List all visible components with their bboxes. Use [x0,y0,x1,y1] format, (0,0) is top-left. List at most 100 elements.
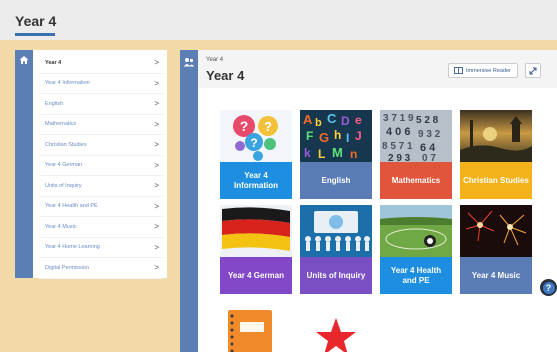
svg-text:0 7: 0 7 [422,153,436,162]
svg-text:A: A [303,112,313,127]
nav-item-label: Year 4 Music [45,223,77,230]
svg-text:k: k [304,146,311,160]
nav-item-mathematics[interactable]: Mathematics > [39,115,163,135]
nav-item-label: Mathematics [45,121,77,128]
chevron-right-icon: > [154,181,159,191]
tile-caption: Christian Studies [460,162,532,199]
breadcrumb[interactable]: Year 4 [206,57,223,63]
question-marks-image: ? ? ? [220,110,292,162]
german-flag-image [220,205,292,257]
nav-item-label: Year 4 Health and PE [45,203,98,210]
chevron-right-icon: > [154,222,159,232]
chevron-right-icon: > [154,160,159,170]
svg-text:I: I [346,131,349,145]
puzzle-people-image [300,205,372,257]
tile-caption: Year 4 Information [220,162,292,199]
help-icon: ? [542,281,555,294]
nav-item-label: Year 4 Information [45,80,90,87]
svg-text:3 7 1 9: 3 7 1 9 [383,113,414,124]
svg-text:2 9 3: 2 9 3 [388,153,411,162]
main-rail [180,50,198,352]
title-underline [15,33,55,36]
svg-text:M: M [332,145,343,160]
tile-units-of-inquiry[interactable]: Units of Inquiry [300,205,372,294]
tile-health-and-pe[interactable]: Year 4 Health and PE [380,205,452,294]
star-image [300,308,372,352]
help-button[interactable]: ? [540,279,557,296]
svg-text:C: C [327,111,337,126]
tile-year-4-music[interactable]: Year 4 Music [460,205,532,294]
home-icon[interactable] [19,55,29,65]
people-icon[interactable] [183,56,195,68]
svg-text:8 5 7 1: 8 5 7 1 [382,141,413,152]
svg-text:L: L [318,147,325,161]
tile-caption: Year 4 Music [460,257,532,294]
chevron-right-icon: > [154,140,159,150]
svg-text:D: D [341,114,350,128]
nav-item-label: Units of Inquiry [45,182,82,189]
nav-list: Year 4 > Year 4 Information > English > … [39,53,163,279]
left-rail [15,50,33,278]
nav-item-label: Year 4 [45,59,62,66]
chevron-right-icon: > [154,201,159,211]
tile-christian-studies[interactable]: Christian Studies [460,110,532,199]
tile-home-learning[interactable] [220,308,292,352]
svg-text:b: b [315,117,322,129]
numbers-image: 3 7 1 9 5 2 8 4 0 6 9 3 2 8 5 7 1 6 4 2 … [380,110,452,162]
nav-item-digital-permission[interactable]: Digital Permission > [39,258,163,279]
tile-caption: Year 4 Health and PE [380,257,452,294]
svg-text:J: J [355,129,362,143]
tile-caption: Year 4 German [220,257,292,294]
nav-item-home-learning[interactable]: Year 4 Home Learning > [39,238,163,258]
tile-mathematics[interactable]: 3 7 1 9 5 2 8 4 0 6 9 3 2 8 5 7 1 6 4 2 … [380,110,452,199]
tile-year-4-german[interactable]: Year 4 German [220,205,292,294]
chevron-right-icon: > [154,119,159,129]
svg-text:G: G [319,130,329,145]
nav-item-health-and-pe[interactable]: Year 4 Health and PE > [39,197,163,217]
page-title: Year 4 [15,13,57,29]
expand-icon [529,67,537,74]
sports-field-image [380,205,452,257]
svg-text:F: F [306,129,313,143]
immersive-reader-icon [454,67,463,74]
chevron-right-icon: > [154,99,159,109]
main-header: Year 4 Year 4 Immersive Reader [198,50,557,88]
sunset-landscape-image [460,110,532,162]
nav-item-christian-studies[interactable]: Christian Studies > [39,135,163,156]
nav-item-year-4[interactable]: Year 4 > [39,53,163,74]
nav-item-year-4-german[interactable]: Year 4 German > [39,156,163,176]
tile-english[interactable]: A b C D e F G h I J k L M n English [300,110,372,199]
immersive-reader-label: Immersive Reader [466,67,511,74]
svg-text:?: ? [240,118,249,134]
nav-item-units-of-inquiry[interactable]: Units of Inquiry > [39,176,163,197]
fireworks-image [460,205,532,257]
left-navigation-panel: Year 4 > Year 4 Information > English > … [15,50,167,279]
nav-item-label: Digital Permission [45,264,90,271]
immersive-reader-button[interactable]: Immersive Reader [448,63,518,78]
nav-item-year-4-music[interactable]: Year 4 Music > [39,217,163,238]
expand-button[interactable] [525,63,541,78]
chevron-right-icon: > [154,58,159,68]
nav-item-label: Year 4 German [45,162,83,169]
notebook-image [220,308,292,352]
main-title: Year 4 [206,68,245,83]
chevron-right-icon: > [154,242,159,252]
top-bar: Year 4 [0,0,557,40]
tile-year-4-information[interactable]: ? ? ? Year 4 Information [220,110,292,199]
main-panel: Year 4 Year 4 Immersive Reader ? ? ? Yea… [180,50,557,352]
nav-item-english[interactable]: English > [39,94,163,115]
chevron-right-icon: > [154,263,159,273]
svg-text:h: h [334,128,341,142]
alphabet-letters-image: A b C D e F G h I J k L M n [300,110,372,162]
tile-caption: Units of Inquiry [300,257,372,294]
chevron-right-icon: > [154,78,159,88]
svg-text:9 3 2: 9 3 2 [418,129,441,140]
nav-item-label: English [45,100,64,107]
svg-text:5 2 8: 5 2 8 [416,115,439,126]
svg-text:e: e [355,113,362,127]
tile-caption: English [300,162,372,199]
nav-item-year-4-information[interactable]: Year 4 Information > [39,74,163,94]
tile-digital-permission[interactable] [300,308,372,352]
svg-text:?: ? [264,119,272,134]
nav-item-label: Christian Studies [45,141,87,148]
